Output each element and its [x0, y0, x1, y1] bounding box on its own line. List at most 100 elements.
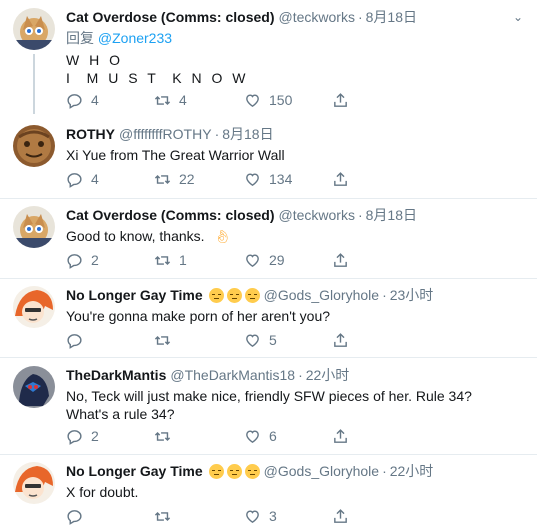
relieved-face-emoji-icon: [244, 287, 260, 303]
separator-dot: ·: [382, 463, 387, 479]
retweet-button[interactable]: 1: [154, 250, 187, 270]
tweet[interactable]: No Longer Gay Time @Gods_Gloryhole · 22小…: [0, 462, 537, 528]
retweet-icon: [154, 335, 171, 345]
like-count: 5: [269, 332, 277, 348]
chevron-down-icon[interactable]: ⌄: [513, 10, 523, 24]
like-count: 150: [269, 92, 293, 108]
tweet[interactable]: Cat Overdose (Comms: closed) @teckworks …: [0, 8, 537, 116]
relieved-face-emoji-icon: [226, 287, 242, 303]
reply-button[interactable]: 2: [66, 426, 99, 446]
divider: [0, 198, 537, 199]
heart-icon: [246, 333, 259, 347]
reply-button[interactable]: [66, 506, 91, 526]
retweet-button[interactable]: [154, 506, 179, 526]
heart-icon: [246, 93, 259, 107]
timestamp[interactable]: 22小时: [306, 365, 350, 385]
heart-icon: [246, 253, 259, 267]
reply-button[interactable]: 4: [66, 169, 99, 189]
thread-line: [33, 54, 35, 114]
avatar[interactable]: [13, 125, 55, 167]
tweet[interactable]: ROTHY @ffffffffROTHY · 8月18日 Xi Yue from…: [0, 125, 537, 197]
retweet-count: 22: [179, 171, 195, 187]
tweet-text-line: I M U S T K N O W: [66, 70, 249, 86]
like-button[interactable]: 134: [244, 169, 292, 189]
display-name[interactable]: ROTHY: [66, 126, 115, 142]
share-icon: [334, 332, 347, 347]
share-button[interactable]: [332, 250, 357, 270]
handle[interactable]: @TheDarkMantis18: [170, 367, 295, 383]
reply-icon: [67, 93, 82, 109]
retweet-button[interactable]: [154, 426, 179, 446]
handle[interactable]: @ffffffffROTHY: [119, 126, 212, 142]
timestamp[interactable]: 8月18日: [366, 205, 417, 225]
separator-dot: ·: [214, 126, 220, 142]
reply-button[interactable]: 2: [66, 250, 99, 270]
reply-prefix: 回复: [66, 30, 94, 46]
handle[interactable]: @Gods_Gloryhole: [264, 287, 379, 303]
reply-count: 2: [91, 428, 99, 444]
avatar[interactable]: [13, 462, 55, 504]
display-name[interactable]: Cat Overdose (Comms: closed): [66, 207, 275, 223]
handle[interactable]: @teckworks: [279, 9, 355, 25]
avatar[interactable]: [13, 286, 55, 328]
relieved-face-emoji-icon: [208, 463, 224, 479]
retweet-button[interactable]: [154, 330, 179, 350]
handle[interactable]: @teckworks: [279, 207, 355, 223]
separator-dot: ·: [357, 207, 363, 223]
display-name[interactable]: No Longer Gay Time: [66, 287, 203, 303]
tweet[interactable]: No Longer Gay Time @Gods_Gloryhole · 23小…: [0, 286, 537, 352]
display-name[interactable]: Cat Overdose (Comms: closed): [66, 9, 275, 25]
reply-icon: [67, 429, 82, 445]
handle[interactable]: @Gods_Gloryhole: [264, 463, 379, 479]
like-button[interactable]: 6: [244, 426, 277, 446]
avatar[interactable]: [13, 366, 55, 408]
retweet-button[interactable]: 4: [154, 90, 187, 110]
retweet-button[interactable]: 22: [154, 169, 195, 189]
like-button[interactable]: 3: [244, 506, 277, 526]
reply-count: 4: [91, 171, 99, 187]
share-button[interactable]: [332, 426, 357, 446]
separator-dot: ·: [357, 9, 363, 25]
display-name[interactable]: No Longer Gay Time: [66, 463, 203, 479]
heart-icon: [246, 429, 259, 443]
share-button[interactable]: [332, 506, 357, 526]
relieved-face-emoji-icon: [208, 287, 224, 303]
reply-context: 回复 @Zoner233: [66, 28, 523, 48]
timestamp[interactable]: 22小时: [390, 461, 434, 481]
divider: [0, 454, 537, 455]
avatar[interactable]: [13, 206, 55, 248]
divider: [0, 278, 537, 279]
tweet[interactable]: TheDarkMantis @TheDarkMantis18 · 22小时 No…: [0, 366, 537, 450]
tweet-text: X for doubt.: [66, 484, 139, 500]
reply-button[interactable]: [66, 330, 91, 350]
tweet[interactable]: Cat Overdose (Comms: closed) @teckworks …: [0, 206, 537, 272]
reply-count: 4: [91, 92, 99, 108]
retweet-icon: [154, 431, 171, 441]
like-button[interactable]: 29: [244, 250, 285, 270]
reply-icon: [67, 253, 82, 269]
like-button[interactable]: 5: [244, 330, 277, 350]
like-count: 134: [269, 171, 293, 187]
reply-mention-link[interactable]: @Zoner233: [98, 30, 172, 46]
like-button[interactable]: 150: [244, 90, 292, 110]
reply-count: 2: [91, 252, 99, 268]
retweet-count: 4: [179, 92, 187, 108]
like-count: 29: [269, 252, 285, 268]
tweet-text: Good to know, thanks.: [66, 228, 205, 244]
timestamp[interactable]: 8月18日: [366, 7, 417, 27]
tweet-text-line: W H O: [66, 52, 123, 68]
reply-button[interactable]: 4: [66, 90, 99, 110]
timestamp[interactable]: 23小时: [390, 285, 434, 305]
heart-icon: [246, 172, 259, 186]
share-button[interactable]: [332, 90, 357, 110]
timestamp[interactable]: 8月18日: [222, 124, 273, 144]
like-count: 6: [269, 428, 277, 444]
reply-icon: [67, 333, 82, 349]
share-button[interactable]: [332, 169, 357, 189]
display-name[interactable]: TheDarkMantis: [66, 367, 166, 383]
heart-icon: [246, 509, 259, 523]
share-icon: [334, 171, 347, 186]
separator-dot: ·: [298, 367, 303, 383]
share-button[interactable]: [332, 330, 357, 350]
avatar[interactable]: [13, 8, 55, 50]
